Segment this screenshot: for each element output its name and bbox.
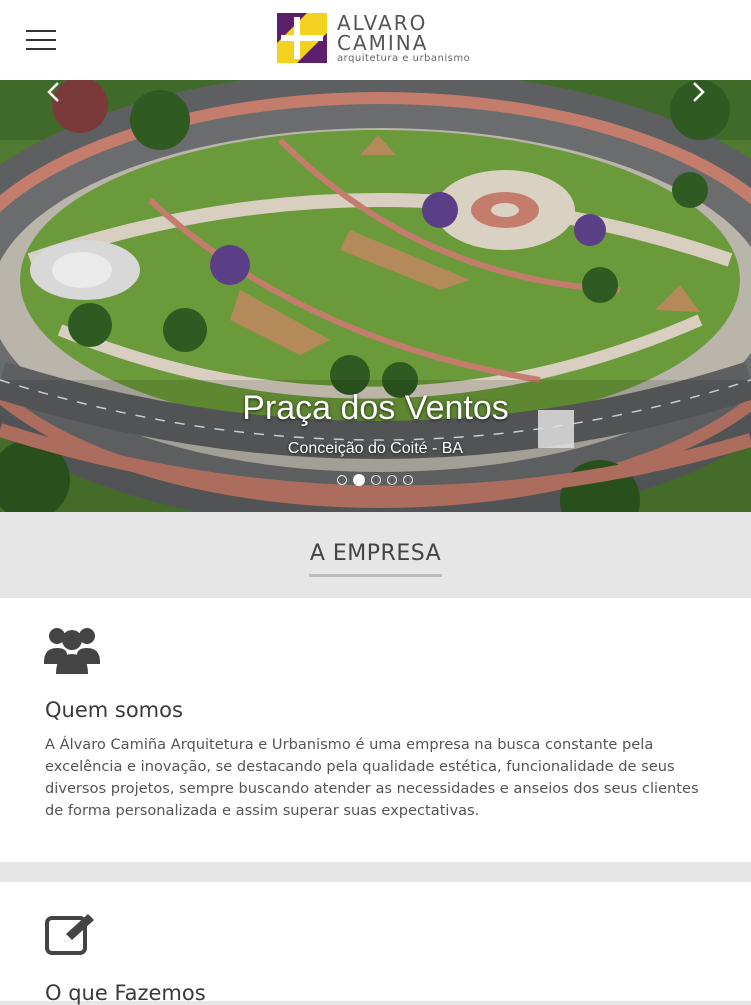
slide-indicator-5[interactable] (403, 475, 413, 485)
edit-pencil-icon (45, 914, 94, 955)
slide-indicator-4[interactable] (387, 475, 397, 485)
logo-tagline: arquitetura e urbanismo (337, 53, 471, 64)
site-header: ALVARO CAMINA arquitetura e urbanismo (0, 0, 751, 80)
menu-bar (26, 39, 56, 41)
logo-mark-icon (277, 13, 327, 63)
menu-bar (26, 30, 56, 32)
card-title: Quem somos (45, 698, 183, 722)
menu-bar (26, 48, 56, 50)
slide-subtitle: Conceição do Coité - BA (287, 440, 464, 457)
users-group-icon (44, 628, 100, 674)
services-card: O que Fazemos (0, 882, 751, 1005)
slide-indicators (337, 474, 417, 487)
section-title: A EMPRESA (309, 541, 442, 566)
chevron-left-icon[interactable] (44, 80, 64, 104)
logo-wordmark: ALVARO CAMINA arquitetura e urbanismo (337, 11, 477, 67)
site-logo[interactable]: ALVARO CAMINA arquitetura e urbanismo (277, 11, 477, 67)
card-text: A Álvaro Camiña Arquitetura e Urbanismo … (45, 736, 699, 819)
hero-slider[interactable]: Praça dos Ventos Conceição do Coité - BA (0, 80, 751, 512)
about-card: Quem somos A Álvaro Camiña Arquitetura e… (0, 598, 751, 862)
slide-title: Praça dos Ventos (242, 389, 509, 427)
hamburger-menu-icon[interactable] (26, 28, 56, 52)
chevron-right-icon[interactable] (688, 80, 708, 104)
slide-indicator-1[interactable] (337, 475, 347, 485)
slide-indicator-3[interactable] (371, 475, 381, 485)
card-title: O que Fazemos (45, 981, 206, 1005)
section-header: A EMPRESA (0, 512, 751, 598)
section-underline (309, 574, 442, 577)
slide-indicator-2[interactable] (353, 474, 365, 486)
logo-line-2: CAMINA (337, 31, 429, 55)
